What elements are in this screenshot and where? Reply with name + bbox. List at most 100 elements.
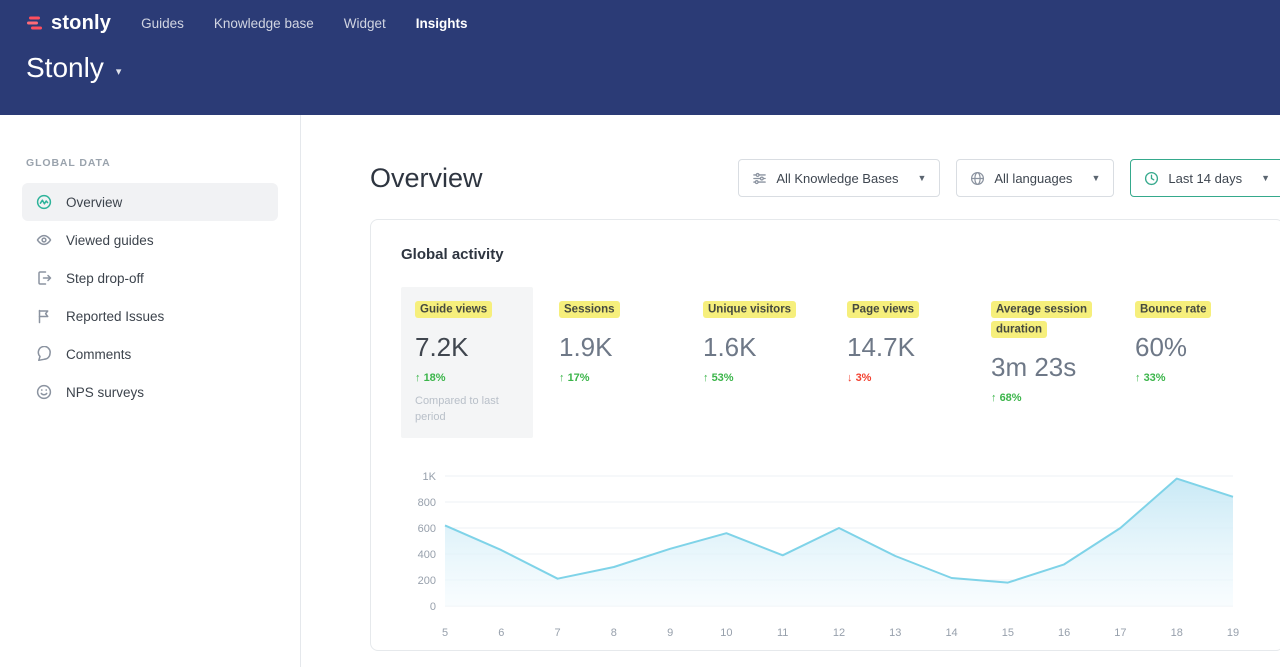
svg-text:9: 9 bbox=[667, 627, 673, 639]
overview-icon bbox=[36, 194, 52, 210]
metric-value: 3m 23s bbox=[991, 352, 1095, 383]
metric-delta: ↑ 17% bbox=[559, 372, 663, 384]
globe-icon bbox=[970, 171, 985, 186]
filter-label: All Knowledge Bases bbox=[776, 171, 898, 186]
metric-delta: ↑ 33% bbox=[1135, 372, 1239, 384]
top-nav: stonly Guides Knowledge base Widget Insi… bbox=[26, 0, 1254, 46]
stonly-logo[interactable]: stonly bbox=[26, 12, 111, 35]
svg-text:0: 0 bbox=[430, 601, 436, 613]
svg-text:17: 17 bbox=[1114, 627, 1126, 639]
metric-label: Bounce rate bbox=[1135, 301, 1211, 318]
metric-delta: ↑ 18% bbox=[415, 372, 519, 384]
svg-text:15: 15 bbox=[1002, 627, 1014, 639]
sidebar-section-label: GLOBAL DATA bbox=[26, 157, 274, 169]
nav-item-insights[interactable]: Insights bbox=[416, 16, 468, 31]
sidebar-item-overview[interactable]: Overview bbox=[22, 183, 278, 221]
clock-icon bbox=[1144, 171, 1159, 186]
arrow-up-icon: ↑ bbox=[703, 372, 709, 384]
eye-icon bbox=[36, 232, 52, 248]
svg-text:600: 600 bbox=[418, 523, 436, 535]
workspace-selector[interactable]: Stonly ▾ bbox=[26, 52, 1254, 84]
arrow-up-icon: ↑ bbox=[559, 372, 565, 384]
metrics-row: Guide views 7.2K ↑ 18% Compared to last … bbox=[401, 287, 1253, 438]
metric-label: Guide views bbox=[415, 301, 492, 318]
sidebar-item-label: Step drop-off bbox=[66, 271, 144, 286]
arrow-down-icon: ↓ bbox=[847, 372, 853, 384]
comment-icon bbox=[36, 346, 52, 362]
chevron-down-icon: ▼ bbox=[1091, 173, 1100, 183]
arrow-up-icon: ↑ bbox=[991, 392, 997, 404]
sidebar-item-label: Reported Issues bbox=[66, 309, 164, 324]
svg-text:400: 400 bbox=[418, 549, 436, 561]
metric-unique-visitors[interactable]: Unique visitors 1.6K ↑ 53% bbox=[689, 287, 821, 438]
page-title: Overview bbox=[370, 163, 483, 194]
sidebar-item-nps-surveys[interactable]: NPS surveys bbox=[22, 373, 278, 411]
metric-delta: ↑ 68% bbox=[991, 392, 1095, 404]
arrow-up-icon: ↑ bbox=[1135, 372, 1141, 384]
svg-text:18: 18 bbox=[1171, 627, 1183, 639]
metric-guide-views[interactable]: Guide views 7.2K ↑ 18% Compared to last … bbox=[401, 287, 533, 438]
metric-page-views[interactable]: Page views 14.7K ↓ 3% bbox=[833, 287, 965, 438]
metric-bounce-rate[interactable]: Bounce rate 60% ↑ 33% bbox=[1121, 287, 1253, 438]
sidebar-item-label: Comments bbox=[66, 347, 131, 362]
svg-text:800: 800 bbox=[418, 497, 436, 509]
metric-label: Page views bbox=[847, 301, 919, 318]
sidebar-item-label: Overview bbox=[66, 195, 122, 210]
sidebar-item-label: NPS surveys bbox=[66, 385, 144, 400]
filter-label: Last 14 days bbox=[1168, 171, 1242, 186]
stonly-logo-text: stonly bbox=[51, 12, 111, 35]
svg-text:7: 7 bbox=[555, 627, 561, 639]
arrow-up-icon: ↑ bbox=[415, 372, 421, 384]
card-title: Global activity bbox=[401, 246, 1253, 263]
svg-text:10: 10 bbox=[720, 627, 732, 639]
metric-avg-session-duration[interactable]: Average session duration 3m 23s ↑ 68% bbox=[977, 287, 1109, 438]
svg-text:14: 14 bbox=[945, 627, 957, 639]
languages-filter[interactable]: All languages ▼ bbox=[956, 159, 1114, 197]
smiley-icon bbox=[36, 384, 52, 400]
metric-value: 60% bbox=[1135, 332, 1239, 363]
chevron-down-icon: ▼ bbox=[1261, 173, 1270, 183]
workspace-title: Stonly bbox=[26, 52, 104, 84]
flag-icon bbox=[36, 308, 52, 324]
metric-value: 1.9K bbox=[559, 332, 663, 363]
sliders-icon bbox=[752, 171, 767, 186]
nav-item-knowledge-base[interactable]: Knowledge base bbox=[214, 16, 314, 31]
main-content: Overview All Knowledge Bases ▼ bbox=[301, 115, 1280, 667]
sidebar: GLOBAL DATA Overview Viewed guides bbox=[0, 115, 301, 667]
global-activity-chart: 02004006008001K5678910111213141516171819 bbox=[401, 466, 1253, 644]
date-range-filter[interactable]: Last 14 days ▼ bbox=[1130, 159, 1280, 197]
metric-delta: ↓ 3% bbox=[847, 372, 951, 384]
svg-text:19: 19 bbox=[1227, 627, 1239, 639]
knowledge-bases-filter[interactable]: All Knowledge Bases ▼ bbox=[738, 159, 940, 197]
global-activity-card: Global activity Guide views 7.2K ↑ 18% C… bbox=[370, 219, 1280, 651]
metric-note: Compared to last period bbox=[415, 393, 507, 426]
chevron-down-icon: ▾ bbox=[116, 65, 122, 78]
filter-label: All languages bbox=[994, 171, 1072, 186]
sidebar-item-reported-issues[interactable]: Reported Issues bbox=[22, 297, 278, 335]
svg-text:5: 5 bbox=[442, 627, 448, 639]
metric-sessions[interactable]: Sessions 1.9K ↑ 17% bbox=[545, 287, 677, 438]
metric-value: 14.7K bbox=[847, 332, 951, 363]
metric-delta: ↑ 53% bbox=[703, 372, 807, 384]
svg-text:11: 11 bbox=[777, 627, 788, 639]
filters-row: All Knowledge Bases ▼ All languages ▼ bbox=[738, 159, 1280, 197]
svg-text:6: 6 bbox=[498, 627, 504, 639]
metric-value: 7.2K bbox=[415, 332, 519, 363]
stonly-logo-icon bbox=[26, 14, 44, 32]
svg-text:12: 12 bbox=[833, 627, 845, 639]
sidebar-item-viewed-guides[interactable]: Viewed guides bbox=[22, 221, 278, 259]
metric-value: 1.6K bbox=[703, 332, 807, 363]
metric-label: Unique visitors bbox=[703, 301, 796, 318]
svg-text:1K: 1K bbox=[423, 471, 437, 483]
sidebar-item-step-drop-off[interactable]: Step drop-off bbox=[22, 259, 278, 297]
sidebar-item-comments[interactable]: Comments bbox=[22, 335, 278, 373]
nav-item-widget[interactable]: Widget bbox=[344, 16, 386, 31]
metric-label: Average session duration bbox=[991, 301, 1092, 339]
svg-text:8: 8 bbox=[611, 627, 617, 639]
step-dropoff-icon bbox=[36, 270, 52, 286]
app-header: stonly Guides Knowledge base Widget Insi… bbox=[0, 0, 1280, 115]
nav-item-guides[interactable]: Guides bbox=[141, 16, 184, 31]
metric-label: Sessions bbox=[559, 301, 620, 318]
svg-text:16: 16 bbox=[1058, 627, 1070, 639]
svg-text:13: 13 bbox=[889, 627, 901, 639]
